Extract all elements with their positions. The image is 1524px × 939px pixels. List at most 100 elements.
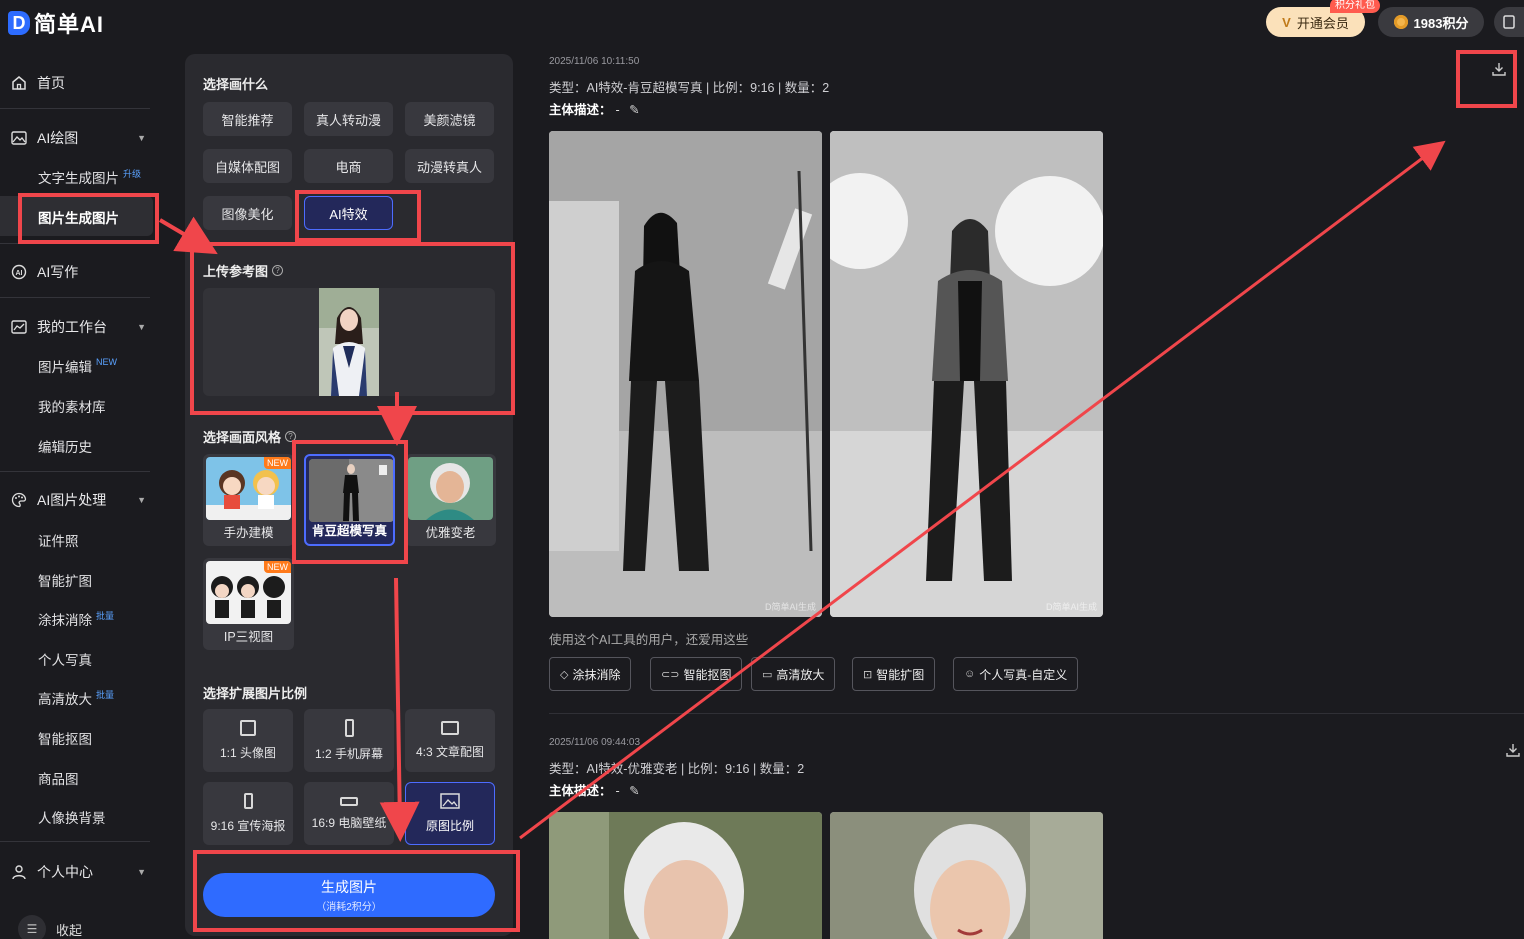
chip-real-to-anime[interactable]: 真人转动漫: [304, 102, 393, 136]
ratio-16-9[interactable]: 16:9 电脑壁纸: [304, 782, 394, 845]
section-title-text: 选择画什么: [203, 77, 269, 92]
expand-icon: ⊡: [863, 668, 873, 681]
desc-value: -: [615, 784, 620, 798]
sidebar-item-cutout[interactable]: 智能抠图: [38, 726, 92, 750]
style-thumbnail: [408, 457, 493, 520]
style-card-elegant-aging[interactable]: 优雅变老: [405, 454, 496, 546]
watermark: D简单AI生成: [764, 602, 816, 612]
sidebar-item-label: 编辑历史: [38, 440, 92, 455]
result-image[interactable]: [549, 812, 822, 939]
sidebar-item-text-to-image[interactable]: 文字生成图片 升级: [38, 165, 141, 189]
result-time: 2025/11/06 10:11:50: [549, 56, 640, 67]
help-icon[interactable]: ?: [272, 265, 284, 276]
sidebar-item-image-to-image[interactable]: 图片生成图片: [38, 205, 119, 229]
result-image[interactable]: D简单AI生成: [549, 131, 822, 617]
sidebar-item-portrait[interactable]: 个人写真: [38, 647, 92, 671]
ai-write-icon: AI: [10, 264, 27, 281]
sidebar-item-ai-image-process[interactable]: AI图片处理 ▼: [10, 486, 150, 514]
sidebar-item-bg-change[interactable]: 人像换背景: [38, 805, 106, 829]
result-photo-graphic: [549, 131, 822, 617]
desc-label: 主体描述：: [549, 103, 612, 117]
chip-smart-recommend[interactable]: 智能推荐: [203, 102, 292, 136]
sidebar-item-label: 我的工作台: [37, 319, 107, 335]
tool-expand-button[interactable]: ⊡ 智能扩图: [852, 657, 936, 691]
sidebar-item-label: AI图片处理: [37, 492, 107, 508]
smile-icon: ☺: [964, 668, 976, 680]
sidebar-item-label: 商品图: [38, 772, 79, 787]
collapse-button[interactable]: ☰ 收起: [18, 915, 82, 939]
tool-portrait-button[interactable]: ☺ 个人写真-自定义: [953, 657, 1079, 691]
sidebar-item-label: 智能扩图: [38, 574, 92, 589]
chip-beauty-filter[interactable]: 美颜滤镜: [405, 102, 494, 136]
sidebar-item-label: 图片生成图片: [38, 211, 119, 226]
sidebar-item-ai-draw[interactable]: AI绘图 ▼: [10, 124, 150, 152]
ratio-1-2[interactable]: 1:2 手机屏幕: [304, 709, 394, 772]
landscape-ratio-icon: [441, 721, 459, 735]
tool-upscale-button[interactable]: ▭ 高清放大: [751, 657, 836, 691]
new-badge: NEW: [264, 457, 291, 469]
tool-erase-button[interactable]: ◇ 涂抹消除: [549, 657, 632, 691]
sidebar-item-id-photo[interactable]: 证件照: [38, 528, 79, 552]
upload-area[interactable]: [203, 288, 495, 396]
sidebar-item-home[interactable]: 首页: [10, 69, 150, 97]
app-logo[interactable]: D 简单AI: [8, 7, 104, 39]
edit-icon[interactable]: ✎: [629, 784, 639, 798]
result-image[interactable]: D简单AI生成: [830, 131, 1103, 617]
sidebar-item-upscale[interactable]: 高清放大 批量: [38, 686, 114, 710]
style-card-ip-three-view[interactable]: NEW IP三视图: [203, 558, 294, 650]
ratio-1-1[interactable]: 1:1 头像图: [203, 709, 293, 772]
sidebar-item-history[interactable]: 编辑历史: [38, 434, 92, 458]
sidebar-item-workspace[interactable]: 我的工作台 ▼: [10, 313, 150, 341]
style-card-figure-model[interactable]: NEW 手办建模: [203, 454, 294, 546]
ratio-title: 选择扩展图片比例: [203, 683, 307, 702]
logo-mark: D: [8, 11, 30, 35]
ratio-9-16[interactable]: 9:16 宣传海报: [203, 782, 293, 845]
settings-panel: 选择画什么 智能推荐 真人转动漫 美颜滤镜 自媒体配图 电商 动漫转真人 图像美…: [185, 54, 513, 936]
desc-label: 主体描述：: [549, 784, 612, 798]
sidebar-item-image-edit[interactable]: 图片编辑 NEW: [38, 354, 117, 378]
result-image[interactable]: [830, 812, 1103, 939]
tool-label: 涂抹消除: [572, 667, 621, 682]
ratio-4-3[interactable]: 4:3 文章配图: [405, 709, 495, 772]
ratio-original[interactable]: 原图比例: [405, 782, 495, 845]
download-icon[interactable]: [1491, 61, 1507, 77]
ratio-label: 9:16 宣传海报: [210, 819, 286, 833]
style-thumbnail: [309, 459, 393, 522]
generate-label: 生成图片: [321, 879, 377, 895]
sidebar-divider: [0, 471, 150, 472]
logo-text: 简单AI: [34, 12, 105, 37]
chip-anime-to-real[interactable]: 动漫转真人: [405, 149, 494, 183]
sidebar-item-ai-write[interactable]: AI AI写作: [10, 258, 150, 286]
help-icon[interactable]: ?: [285, 431, 297, 442]
sidebar-item-smart-expand[interactable]: 智能扩图: [38, 568, 92, 592]
chip-ecommerce[interactable]: 电商: [304, 149, 393, 183]
chip-media-image[interactable]: 自媒体配图: [203, 149, 292, 183]
result-photo-graphic: [549, 812, 822, 939]
chip-ai-effects[interactable]: AI特效: [304, 196, 393, 230]
download-icon[interactable]: [1505, 742, 1521, 758]
tool-cutout-button[interactable]: ⊂⊃ 智能抠图: [650, 657, 743, 691]
sidebar-item-erase[interactable]: 涂抹消除 批量: [38, 607, 114, 631]
result-desc: 主体描述： - ✎: [549, 780, 640, 799]
sidebar-item-product[interactable]: 商品图: [38, 766, 79, 790]
result-photo-graphic: [830, 131, 1103, 617]
sidebar-item-personal-center[interactable]: 个人中心 ▼: [10, 858, 150, 886]
original-image-icon: [440, 793, 460, 809]
portrait-ratio-icon: [344, 719, 354, 737]
sidebar-item-label: 涂抹消除: [38, 613, 92, 628]
desc-value: -: [615, 103, 620, 117]
sidebar-item-label: 个人中心: [37, 864, 93, 880]
choose-title: 选择画什么: [203, 74, 268, 93]
home-icon: [10, 75, 27, 92]
sidebar-item-materials[interactable]: 我的素材库: [38, 394, 106, 418]
upgrade-tag: 升级: [123, 168, 142, 179]
edit-icon[interactable]: ✎: [629, 103, 639, 117]
sidebar-item-label: 证件照: [38, 534, 79, 549]
tool-label: 智能抠图: [683, 667, 732, 682]
chip-image-enhance[interactable]: 图像美化: [203, 196, 292, 230]
generate-button[interactable]: 生成图片 （消耗2积分）: [203, 873, 495, 917]
ratio-label: 1:1 头像图: [219, 746, 277, 760]
ratio-label: 原图比例: [425, 819, 474, 833]
style-card-supermodel[interactable]: 肯豆超模写真: [304, 454, 395, 546]
watermark: D简单AI生成: [1045, 602, 1097, 612]
